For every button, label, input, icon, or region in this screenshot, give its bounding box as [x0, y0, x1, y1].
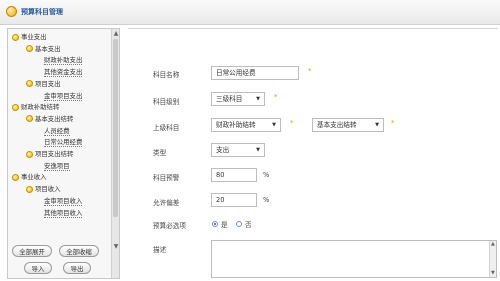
- tree-item[interactable]: 项目支出结转: [26, 149, 73, 159]
- type-value: 支出: [216, 146, 230, 154]
- tree-item-label: 安逸项目: [44, 161, 70, 171]
- collapse-all-button[interactable]: 全部收缩: [59, 245, 99, 257]
- allow-label: 允许偏差: [153, 199, 180, 207]
- page-title: 预算科目管理: [21, 8, 63, 16]
- expand-all-button[interactable]: 全部展开: [12, 245, 52, 257]
- chevron-down-icon: ▼: [272, 122, 276, 128]
- tree-item-label: 其他项目收入: [44, 208, 83, 218]
- tree-item-label: 事业支出: [21, 33, 47, 41]
- folder-dot-icon: [26, 45, 33, 53]
- import-button[interactable]: 导入: [24, 262, 52, 274]
- percent-unit: %: [263, 171, 270, 179]
- tree-item-label: 其他资金支出: [44, 68, 83, 78]
- folder-dot-icon: [12, 103, 19, 111]
- parent-label: 上级科目: [153, 124, 180, 132]
- folder-dot-icon: [26, 150, 33, 158]
- tree-item-label: 基本支出结转: [35, 114, 74, 123]
- tree-item-label: 基本支出: [35, 44, 61, 53]
- tree-item[interactable]: 基本支出: [26, 44, 61, 54]
- tree-item[interactable]: 项目支出: [26, 79, 61, 89]
- scroll-up-icon[interactable]: ▲: [491, 242, 495, 247]
- subject-level-value: 三级科目: [216, 95, 243, 103]
- type-label: 类型: [153, 149, 167, 157]
- folder-dot-icon: [26, 80, 33, 88]
- subject-name-input[interactable]: 日常公用经费: [211, 66, 299, 80]
- parent-subject-value-1: 财政补助结转: [216, 121, 256, 129]
- radio-no[interactable]: [236, 221, 242, 227]
- tree-item-label: 项目支出: [35, 79, 61, 88]
- tree-item[interactable]: 财政补助支出: [44, 55, 83, 66]
- required-mark: *: [391, 119, 395, 127]
- level-label: 科目级别: [153, 98, 180, 106]
- tree-item[interactable]: 日常公用经费: [44, 137, 83, 148]
- chevron-down-icon: ▼: [375, 122, 379, 128]
- required-mark: *: [290, 119, 294, 127]
- scroll-up-icon[interactable]: ▲: [113, 31, 119, 37]
- tree-item[interactable]: 财政补助结转: [12, 102, 59, 112]
- must-fill-label: 预算必选项: [153, 222, 186, 230]
- desc-label: 描述: [153, 246, 167, 254]
- tree-item-label: 金审项目收入: [44, 196, 83, 206]
- radio-yes[interactable]: [212, 221, 218, 227]
- warn-input[interactable]: 80: [211, 168, 257, 182]
- tree-item[interactable]: 安逸项目: [44, 161, 70, 171]
- radio-yes-label: 是: [221, 221, 228, 229]
- tree-item[interactable]: 事业支出: [12, 32, 47, 42]
- scroll-down-icon[interactable]: ▼: [113, 244, 119, 250]
- tree-item[interactable]: 金审项目支出: [44, 91, 83, 101]
- parent-subject-select-1[interactable]: 财政补助结转 ▼: [211, 118, 281, 132]
- folder-dot-icon: [12, 173, 19, 181]
- chevron-down-icon: ▼: [256, 147, 260, 153]
- tree-item-label: 金审项目支出: [44, 91, 83, 101]
- scroll-down-icon[interactable]: ▼: [491, 271, 495, 276]
- tree-item[interactable]: 人员经费: [44, 126, 70, 136]
- folder-dot-icon: [12, 33, 19, 41]
- export-button[interactable]: 导出: [63, 262, 91, 274]
- subject-level-select[interactable]: 三级科目 ▼: [211, 92, 265, 106]
- tree-item[interactable]: 基本支出结转: [26, 114, 73, 124]
- required-mark: *: [308, 67, 312, 75]
- tree-item[interactable]: 其他资金支出: [44, 67, 83, 78]
- tree-item[interactable]: 金审项目收入: [44, 196, 83, 206]
- percent-unit: %: [263, 196, 270, 204]
- required-mark: *: [274, 93, 278, 101]
- parent-subject-select-2[interactable]: 基本支出结转 ▼: [312, 118, 384, 132]
- description-textarea[interactable]: ▲ ▼: [211, 240, 497, 278]
- folder-dot-icon: [26, 185, 33, 193]
- scroll-thumb[interactable]: [113, 39, 118, 217]
- tree-item-label: 项目支出结转: [35, 150, 74, 158]
- tree-item-label: 日常公用经费: [44, 138, 83, 148]
- name-label: 科目名称: [153, 71, 180, 79]
- tree-item-label: 项目收入: [35, 185, 61, 194]
- title-bar: 预算科目管理: [0, 0, 500, 25]
- textarea-scrollbar[interactable]: ▲ ▼: [489, 241, 496, 277]
- tree-item[interactable]: 事业收入: [12, 172, 47, 182]
- folder-dot-icon: [26, 115, 33, 123]
- allow-input[interactable]: 20: [211, 193, 257, 207]
- type-select[interactable]: 支出 ▼: [211, 143, 265, 157]
- tree-item[interactable]: 其他项目收入: [44, 208, 83, 218]
- warn-label: 科目预警: [153, 174, 180, 182]
- tree-item-label: 人员经费: [44, 126, 70, 136]
- tree-item-label: 财政补助结转: [21, 103, 60, 112]
- tree-item-label: 财政补助支出: [44, 56, 83, 66]
- chevron-down-icon: ▼: [256, 96, 260, 102]
- subject-tree-panel: 事业支出基本支出财政补助支出 其他资金支出 项目支出金审项目支出财政补助结转基本支出…: [7, 28, 120, 279]
- tree-scrollbar[interactable]: ▲ ▼: [111, 29, 119, 278]
- radio-no-label: 否: [245, 221, 252, 229]
- tree-item-label: 事业收入: [21, 173, 47, 182]
- parent-subject-value-2: 基本支出结转: [317, 121, 357, 129]
- subject-form: 科目名称 日常公用经费 * 科目级别 三级科目 ▼ * 上级科目 财政补助结转 …: [128, 28, 498, 280]
- tree-item[interactable]: 项目收入: [26, 184, 61, 194]
- budget-icon: [6, 6, 17, 17]
